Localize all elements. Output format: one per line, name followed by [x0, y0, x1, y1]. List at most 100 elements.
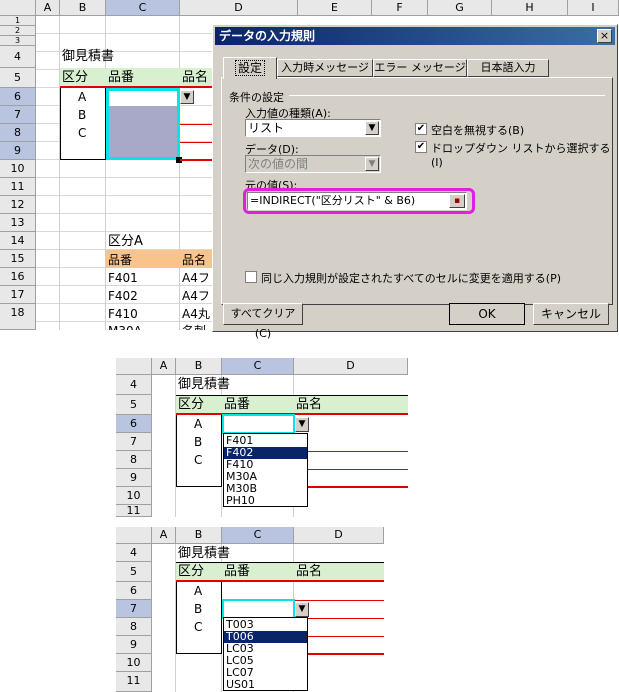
close-icon[interactable]: ×	[597, 29, 612, 43]
row-header-10[interactable]: 10	[116, 487, 152, 505]
chevron-down-icon[interactable]: ▼	[365, 157, 379, 171]
red-line	[294, 600, 384, 601]
checkbox-ignore-blank[interactable]: ✔	[415, 123, 427, 135]
col-header-h[interactable]: H	[492, 0, 568, 16]
tab-input-message[interactable]: 入力時メッセージ	[277, 59, 373, 77]
row-header-10[interactable]: 10	[0, 160, 36, 178]
row-header-9[interactable]: 9	[0, 142, 36, 160]
quote-title: 御見積書	[62, 49, 115, 64]
checkbox-dropdown[interactable]: ✔	[415, 141, 427, 153]
checkbox-apply-all[interactable]	[245, 271, 257, 283]
row-header-10[interactable]: 10	[116, 654, 152, 672]
kubun-a[interactable]: A	[194, 582, 202, 600]
list-item[interactable]: US01	[224, 679, 307, 691]
kubun-c[interactable]: C	[194, 618, 202, 636]
col-header-a[interactable]: A	[152, 527, 176, 544]
row-header-15[interactable]: 15	[0, 250, 36, 268]
col-header-f[interactable]: F	[372, 0, 428, 16]
row-header-4[interactable]: 4	[116, 375, 152, 395]
row-header-13[interactable]: 13	[0, 214, 36, 232]
kubun-b[interactable]: B	[194, 600, 202, 618]
row-header-5[interactable]: 5	[116, 395, 152, 415]
col-header-i[interactable]: I	[568, 0, 619, 16]
row-header-4[interactable]: 4	[116, 544, 152, 562]
sub-title: 区分A	[108, 234, 143, 249]
select-all-corner[interactable]	[116, 358, 152, 375]
row-header-12[interactable]: 12	[0, 196, 36, 214]
row-header-9[interactable]: 9	[116, 636, 152, 654]
col-header-c[interactable]: C	[222, 527, 294, 544]
cell-dropdown-arrow[interactable]: ▼	[180, 90, 194, 104]
type-select[interactable]: リスト	[245, 119, 381, 137]
sub-cell: A4フ	[182, 289, 210, 303]
active-cell-c6[interactable]	[109, 91, 177, 106]
clear-all-button[interactable]: すべてクリア(C)	[223, 303, 303, 340]
row-header-8[interactable]: 8	[0, 124, 36, 142]
row-header-3[interactable]: 3	[0, 36, 36, 46]
sub-cell: A4フ	[182, 271, 210, 285]
kubun-a[interactable]: A	[78, 88, 86, 106]
row-header-11[interactable]: 11	[0, 178, 36, 196]
kubun-c[interactable]: C	[194, 451, 202, 469]
list-item[interactable]: PH10	[224, 495, 307, 507]
col-header-c[interactable]: C	[106, 0, 180, 16]
cell-dropdown-arrow[interactable]: ▼	[295, 602, 309, 617]
row-header-7[interactable]: 7	[116, 600, 152, 618]
col-header-d[interactable]: D	[294, 527, 384, 544]
row-header-8[interactable]: 8	[116, 451, 152, 469]
row-header-9[interactable]: 9	[116, 469, 152, 487]
range-select-icon[interactable]: ▪	[449, 194, 465, 208]
tab-settings[interactable]: 設定	[223, 57, 277, 79]
data-select[interactable]: 次の値の間	[245, 155, 381, 173]
active-cell-c7[interactable]	[222, 599, 295, 619]
grid-line	[59, 16, 60, 330]
row-header-5[interactable]: 5	[116, 562, 152, 582]
kubun-b[interactable]: B	[78, 106, 86, 124]
kubun-c[interactable]: C	[78, 124, 86, 142]
row-header-6[interactable]: 6	[116, 415, 152, 433]
dropdown-list[interactable]: T003 T006 LC03 LC05 LC07 US01	[223, 617, 308, 691]
row-header-4[interactable]: 4	[0, 46, 36, 68]
cell-dropdown-arrow[interactable]: ▼	[295, 417, 309, 432]
kubun-b[interactable]: B	[194, 433, 202, 451]
chevron-down-icon[interactable]: ▼	[365, 121, 379, 135]
sub-header-hinmei: 品名	[182, 253, 207, 267]
col-header-a[interactable]: A	[36, 0, 60, 16]
row-header-11[interactable]: 11	[116, 505, 152, 517]
row-header-6[interactable]: 6	[116, 582, 152, 600]
active-cell-c6[interactable]	[222, 414, 295, 434]
kubun-a[interactable]: A	[194, 415, 202, 433]
row-header-18[interactable]: 18	[0, 304, 36, 330]
cancel-button[interactable]: キャンセル	[533, 303, 609, 325]
row-header-5[interactable]: 5	[0, 68, 36, 88]
row-header-1[interactable]: 1	[0, 16, 36, 26]
tab-ime[interactable]: 日本語入力	[467, 59, 549, 77]
col-header-d[interactable]: D	[180, 0, 298, 16]
grid-line	[179, 16, 180, 330]
row-header-7[interactable]: 7	[0, 106, 36, 124]
dropdown-list[interactable]: F401 F402 F410 M30A M30B PH10	[223, 433, 308, 507]
col-header-e[interactable]: E	[298, 0, 372, 16]
col-header-g[interactable]: G	[428, 0, 492, 16]
row-header-16[interactable]: 16	[0, 268, 36, 286]
select-all-corner[interactable]	[116, 527, 152, 544]
row-header-14[interactable]: 14	[0, 232, 36, 250]
col-header-b[interactable]: B	[60, 0, 106, 16]
col-header-a[interactable]: A	[152, 358, 176, 375]
sub-cell: A4丸	[182, 307, 210, 321]
ok-button[interactable]: OK	[449, 303, 525, 325]
col-header-d[interactable]: D	[294, 358, 408, 375]
col-header-c[interactable]: C	[222, 358, 294, 375]
row-header-17[interactable]: 17	[0, 286, 36, 304]
source-input[interactable]: =INDIRECT("区分リスト" & B6)	[247, 192, 467, 210]
dropdown-label: ドロップダウン リストから選択する(I)	[431, 142, 611, 169]
row-header-7[interactable]: 7	[116, 433, 152, 451]
row-header-2[interactable]: 2	[0, 26, 36, 36]
tab-error-message[interactable]: エラー メッセージ	[373, 59, 467, 77]
select-all-corner[interactable]	[0, 0, 36, 16]
col-header-b[interactable]: B	[176, 527, 222, 544]
col-header-b[interactable]: B	[176, 358, 222, 375]
row-header-8[interactable]: 8	[116, 618, 152, 636]
row-header-6[interactable]: 6	[0, 88, 36, 106]
row-header-11[interactable]: 11	[116, 672, 152, 692]
